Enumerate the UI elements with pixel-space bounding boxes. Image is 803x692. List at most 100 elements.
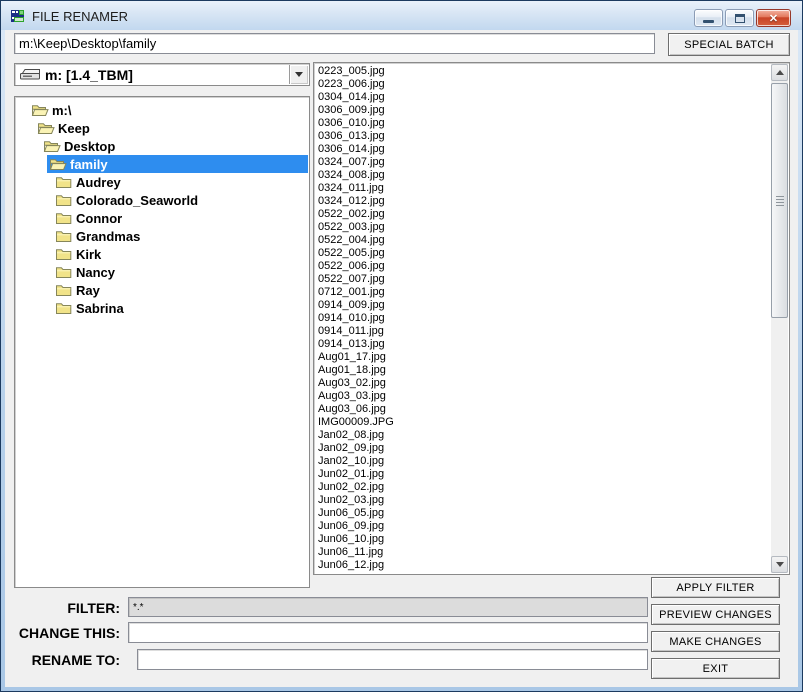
- file-item[interactable]: Aug03_03.jpg: [314, 390, 770, 403]
- window-controls: ✕: [694, 9, 791, 27]
- closed-folder-icon: [55, 229, 73, 243]
- file-item[interactable]: Jun06_10.jpg: [314, 533, 770, 546]
- file-list-panel: 0223_005.jpg 0223_006.jpg 0304_014.jpg 0306…: [313, 62, 790, 575]
- file-item[interactable]: Jun06_12.jpg: [314, 559, 770, 572]
- closed-folder-icon: [55, 193, 73, 207]
- combo-dropdown-button[interactable]: [289, 65, 308, 84]
- tree-item-label: Keep: [58, 120, 90, 136]
- rename-to-input[interactable]: [137, 649, 648, 670]
- tree-item-connor[interactable]: Connor: [16, 209, 308, 227]
- preview-changes-button[interactable]: PREVIEW CHANGES: [651, 604, 780, 625]
- tree-item-kirk[interactable]: Kirk: [16, 245, 308, 263]
- scroll-down-button[interactable]: [771, 556, 788, 573]
- file-item[interactable]: Jan02_08.jpg: [314, 429, 770, 442]
- file-item[interactable]: 0324_012.jpg: [314, 195, 770, 208]
- file-item[interactable]: 0914_011.jpg: [314, 325, 770, 338]
- drive-combo[interactable]: m: [1.4_TBM]: [14, 63, 310, 86]
- exit-button[interactable]: EXIT: [651, 658, 780, 679]
- thumb-grip-icon: [776, 195, 784, 206]
- tree-item-keep[interactable]: Keep: [16, 119, 308, 137]
- file-item[interactable]: 0522_005.jpg: [314, 247, 770, 260]
- file-list[interactable]: 0223_005.jpg 0223_006.jpg 0304_014.jpg 0306…: [314, 65, 770, 572]
- open-folder-icon: [37, 121, 55, 135]
- change-this-label: CHANGE THIS:: [18, 625, 120, 641]
- file-item[interactable]: 0522_002.jpg: [314, 208, 770, 221]
- file-item[interactable]: IMG00009.JPG: [314, 416, 770, 429]
- file-item[interactable]: 0306_010.jpg: [314, 117, 770, 130]
- closed-folder-icon: [55, 175, 73, 189]
- file-item[interactable]: 0522_006.jpg: [314, 260, 770, 273]
- scroll-up-button[interactable]: [771, 64, 788, 81]
- file-item[interactable]: 0712_001.jpg: [314, 286, 770, 299]
- tree-item-label: Sabrina: [76, 300, 124, 316]
- closed-folder-icon: [55, 265, 73, 279]
- file-item[interactable]: 0324_007.jpg: [314, 156, 770, 169]
- tree-item-label: Audrey: [76, 174, 121, 190]
- filter-input[interactable]: [128, 597, 648, 617]
- window-title: FILE RENAMER: [32, 9, 129, 24]
- apply-filter-button[interactable]: APPLY FILTER: [651, 577, 780, 598]
- app-window: FILE RENAMER ✕ SPECIAL BATCH m: [1.4_TBM…: [0, 0, 803, 692]
- file-item[interactable]: 0522_004.jpg: [314, 234, 770, 247]
- file-item[interactable]: Jan02_09.jpg: [314, 442, 770, 455]
- file-item[interactable]: 0306_013.jpg: [314, 130, 770, 143]
- chevron-down-icon: [295, 72, 303, 77]
- minimize-button[interactable]: [694, 9, 723, 27]
- tree-item-family[interactable]: family: [16, 155, 308, 173]
- scrollbar-thumb[interactable]: [771, 83, 788, 318]
- filter-label: FILTER:: [67, 600, 120, 616]
- tree-item-grandmas[interactable]: Grandmas: [16, 227, 308, 245]
- tree-item-label: family: [70, 156, 108, 172]
- file-item[interactable]: 0522_007.jpg: [314, 273, 770, 286]
- file-item[interactable]: Jun02_03.jpg: [314, 494, 770, 507]
- tree-item-ray[interactable]: Ray: [16, 281, 308, 299]
- file-item[interactable]: Jun06_05.jpg: [314, 507, 770, 520]
- tree-item-label: Nancy: [76, 264, 116, 280]
- file-item[interactable]: Aug03_02.jpg: [314, 377, 770, 390]
- file-item[interactable]: 0914_009.jpg: [314, 299, 770, 312]
- tree-item-label: m:\: [52, 102, 72, 118]
- maximize-button[interactable]: [725, 9, 754, 27]
- file-item[interactable]: Jun06_09.jpg: [314, 520, 770, 533]
- file-item[interactable]: 0306_014.jpg: [314, 143, 770, 156]
- tree-item-coloradoseaworld[interactable]: Colorado_Seaworld: [16, 191, 308, 209]
- folder-tree[interactable]: m:\ Keep Desktop family Audrey Colorado_Seawo…: [14, 96, 310, 588]
- file-item[interactable]: Aug03_06.jpg: [314, 403, 770, 416]
- drive-combo-value: m: [1.4_TBM]: [45, 66, 133, 83]
- make-changes-button[interactable]: MAKE CHANGES: [651, 631, 780, 652]
- file-item[interactable]: Aug01_18.jpg: [314, 364, 770, 377]
- file-item[interactable]: Jun06_11.jpg: [314, 546, 770, 559]
- path-input[interactable]: [14, 33, 655, 54]
- tree-item-label: Colorado_Seaworld: [76, 192, 199, 208]
- maximize-icon: [734, 13, 745, 23]
- title-bar[interactable]: FILE RENAMER ✕: [1, 1, 802, 30]
- open-folder-icon: [31, 103, 49, 117]
- file-item[interactable]: 0324_008.jpg: [314, 169, 770, 182]
- app-icon: [10, 8, 26, 24]
- tree-item-label: Desktop: [64, 138, 116, 154]
- file-item[interactable]: 0223_005.jpg: [314, 65, 770, 78]
- close-button[interactable]: ✕: [756, 9, 791, 27]
- tree-item-nancy[interactable]: Nancy: [16, 263, 308, 281]
- file-item[interactable]: Jun02_02.jpg: [314, 481, 770, 494]
- file-item[interactable]: 0914_013.jpg: [314, 338, 770, 351]
- file-item[interactable]: 0304_014.jpg: [314, 91, 770, 104]
- tree-item-m[interactable]: m:\: [16, 101, 308, 119]
- change-this-input[interactable]: [128, 622, 648, 643]
- file-item[interactable]: 0306_009.jpg: [314, 104, 770, 117]
- file-item[interactable]: 0914_010.jpg: [314, 312, 770, 325]
- file-list-scrollbar[interactable]: [771, 64, 788, 573]
- file-item[interactable]: 0223_006.jpg: [314, 78, 770, 91]
- open-folder-icon: [43, 139, 61, 153]
- file-item[interactable]: Jan02_10.jpg: [314, 455, 770, 468]
- file-item[interactable]: 0324_011.jpg: [314, 182, 770, 195]
- drive-icon: [19, 68, 41, 81]
- file-item[interactable]: Aug01_17.jpg: [314, 351, 770, 364]
- special-batch-button[interactable]: SPECIAL BATCH: [668, 33, 790, 56]
- closed-folder-icon: [55, 247, 73, 261]
- tree-item-sabrina[interactable]: Sabrina: [16, 299, 308, 317]
- file-item[interactable]: 0522_003.jpg: [314, 221, 770, 234]
- file-item[interactable]: Jun02_01.jpg: [314, 468, 770, 481]
- tree-item-desktop[interactable]: Desktop: [16, 137, 308, 155]
- tree-item-audrey[interactable]: Audrey: [16, 173, 308, 191]
